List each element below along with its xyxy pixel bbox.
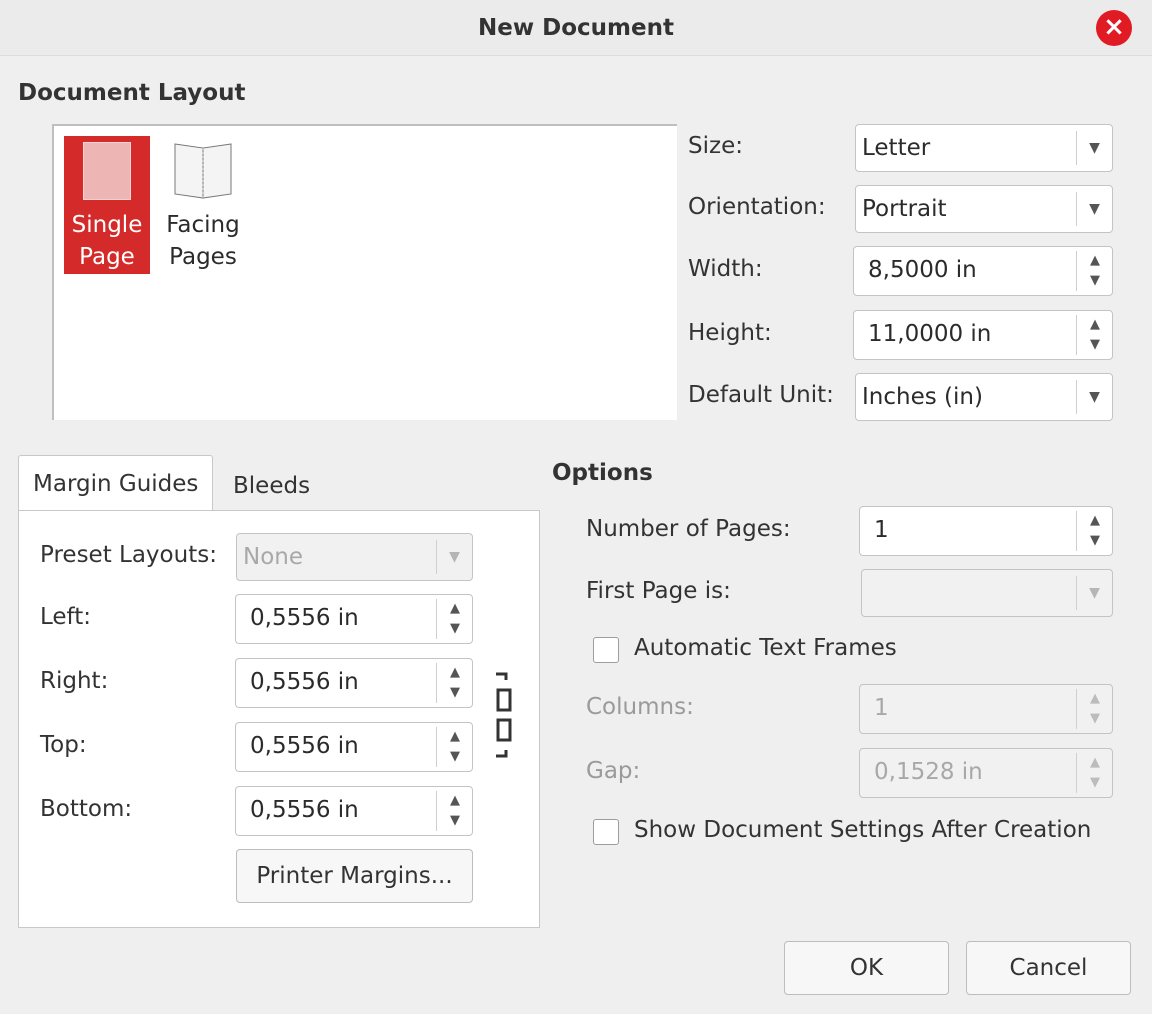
chevron-up-icon[interactable]: ▲	[1077, 753, 1113, 773]
left-margin-spinbox[interactable]: 0,5556 in ▲ ▼	[235, 594, 473, 644]
right-margin-label: Right:	[40, 668, 109, 694]
options-heading: Options	[552, 460, 653, 486]
tab-bleeds[interactable]: Bleeds	[219, 458, 324, 514]
dialog-title: New Document	[478, 15, 674, 41]
preset-layouts-value: None	[243, 544, 304, 570]
bottom-margin-label: Bottom:	[40, 796, 133, 822]
right-margin-spinbox[interactable]: 0,5556 in ▲ ▼	[235, 658, 473, 708]
left-margin-label: Left:	[40, 604, 92, 630]
top-margin-value: 0,5556 in	[250, 733, 359, 759]
chevron-down-icon[interactable]: ▼	[1077, 271, 1113, 291]
show-settings-label[interactable]: Show Document Settings After Creation	[634, 817, 1091, 843]
layout-option-facing-pages[interactable]: Facing Pages	[160, 136, 246, 274]
size-combobox[interactable]: Letter ▼	[855, 124, 1113, 172]
chevron-down-icon: ▼	[1076, 192, 1112, 226]
automatic-text-frames-checkbox[interactable]	[593, 637, 619, 663]
chevron-up-icon[interactable]: ▲	[437, 663, 473, 683]
chevron-down-icon: ▼	[436, 540, 472, 574]
columns-label: Columns:	[586, 694, 694, 720]
facing-pages-icon	[174, 143, 232, 199]
height-label: Height:	[688, 320, 772, 346]
chevron-down-icon[interactable]: ▼	[1077, 709, 1113, 729]
bottom-margin-spinbox[interactable]: 0,5556 in ▲ ▼	[235, 786, 473, 836]
preset-layouts-label: Preset Layouts:	[40, 542, 217, 568]
height-spinbox[interactable]: 11,0000 in ▲ ▼	[853, 310, 1113, 360]
columns-spinbox[interactable]: 1 ▲ ▼	[859, 684, 1113, 734]
chevron-down-icon[interactable]: ▼	[437, 683, 473, 703]
default-unit-value: Inches (in)	[862, 384, 983, 410]
number-of-pages-value: 1	[874, 517, 889, 543]
left-margin-value: 0,5556 in	[250, 605, 359, 631]
chevron-down-icon[interactable]: ▼	[1077, 773, 1113, 793]
chevron-down-icon: ▼	[1076, 380, 1112, 414]
number-of-pages-spinbox[interactable]: 1 ▲ ▼	[859, 506, 1113, 556]
tab-margin-guides[interactable]: Margin Guides	[18, 455, 214, 512]
top-margin-label: Top:	[40, 732, 87, 758]
height-value: 11,0000 in	[868, 321, 992, 347]
columns-value: 1	[874, 695, 889, 721]
size-label: Size:	[688, 133, 743, 159]
chevron-up-icon[interactable]: ▲	[437, 599, 473, 619]
top-margin-spinbox[interactable]: 0,5556 in ▲ ▼	[235, 722, 473, 772]
chevron-up-icon[interactable]: ▲	[1077, 511, 1113, 531]
layout-option-label: Page	[79, 244, 135, 270]
chevron-down-icon: ▼	[1076, 131, 1112, 165]
right-margin-value: 0,5556 in	[250, 669, 359, 695]
cancel-button[interactable]: Cancel	[966, 941, 1131, 995]
chevron-down-icon[interactable]: ▼	[1077, 335, 1113, 355]
single-page-icon	[83, 142, 131, 200]
first-page-label: First Page is:	[586, 578, 731, 604]
chevron-down-icon[interactable]: ▼	[437, 619, 473, 639]
document-layout-heading: Document Layout	[18, 80, 246, 106]
close-button[interactable]: ×	[1096, 10, 1132, 46]
gap-value: 0,1528 in	[874, 759, 983, 785]
gap-spinbox[interactable]: 0,1528 in ▲ ▼	[859, 748, 1113, 798]
layout-option-label: Pages	[169, 244, 237, 270]
width-label: Width:	[688, 256, 763, 282]
layout-option-single-page[interactable]: Single Page	[64, 136, 150, 274]
chevron-down-icon[interactable]: ▼	[437, 811, 473, 831]
chevron-up-icon[interactable]: ▲	[1077, 251, 1113, 271]
gap-label: Gap:	[586, 758, 641, 784]
first-page-combobox[interactable]: ▼	[861, 569, 1113, 617]
printer-margins-button[interactable]: Printer Margins...	[236, 849, 473, 903]
chevron-up-icon[interactable]: ▲	[437, 791, 473, 811]
size-value: Letter	[862, 135, 931, 161]
chevron-down-icon[interactable]: ▼	[1077, 531, 1113, 551]
chevron-up-icon[interactable]: ▲	[1077, 315, 1113, 335]
layout-option-label: Facing	[166, 212, 240, 238]
chevron-up-icon[interactable]: ▲	[437, 727, 473, 747]
orientation-combobox[interactable]: Portrait ▼	[855, 185, 1113, 233]
orientation-value: Portrait	[862, 196, 947, 222]
ok-button[interactable]: OK	[784, 941, 949, 995]
width-spinbox[interactable]: 8,5000 in ▲ ▼	[853, 246, 1113, 296]
default-unit-combobox[interactable]: Inches (in) ▼	[855, 373, 1113, 421]
show-settings-checkbox[interactable]	[593, 819, 619, 845]
chevron-down-icon[interactable]: ▼	[437, 747, 473, 767]
automatic-text-frames-label[interactable]: Automatic Text Frames	[634, 635, 897, 661]
number-of-pages-label: Number of Pages:	[586, 516, 791, 542]
layout-list: Single Page Facing Pages	[52, 124, 677, 420]
close-icon: ×	[1103, 12, 1125, 42]
layout-option-label: Single	[71, 212, 143, 238]
default-unit-label: Default Unit:	[688, 382, 834, 408]
chevron-up-icon[interactable]: ▲	[1077, 689, 1113, 709]
chevron-down-icon: ▼	[1076, 576, 1112, 610]
width-value: 8,5000 in	[868, 257, 977, 283]
orientation-label: Orientation:	[688, 194, 826, 220]
preset-layouts-combobox[interactable]: None ▼	[236, 533, 473, 581]
chain-link-icon[interactable]	[490, 670, 516, 762]
bottom-margin-value: 0,5556 in	[250, 797, 359, 823]
